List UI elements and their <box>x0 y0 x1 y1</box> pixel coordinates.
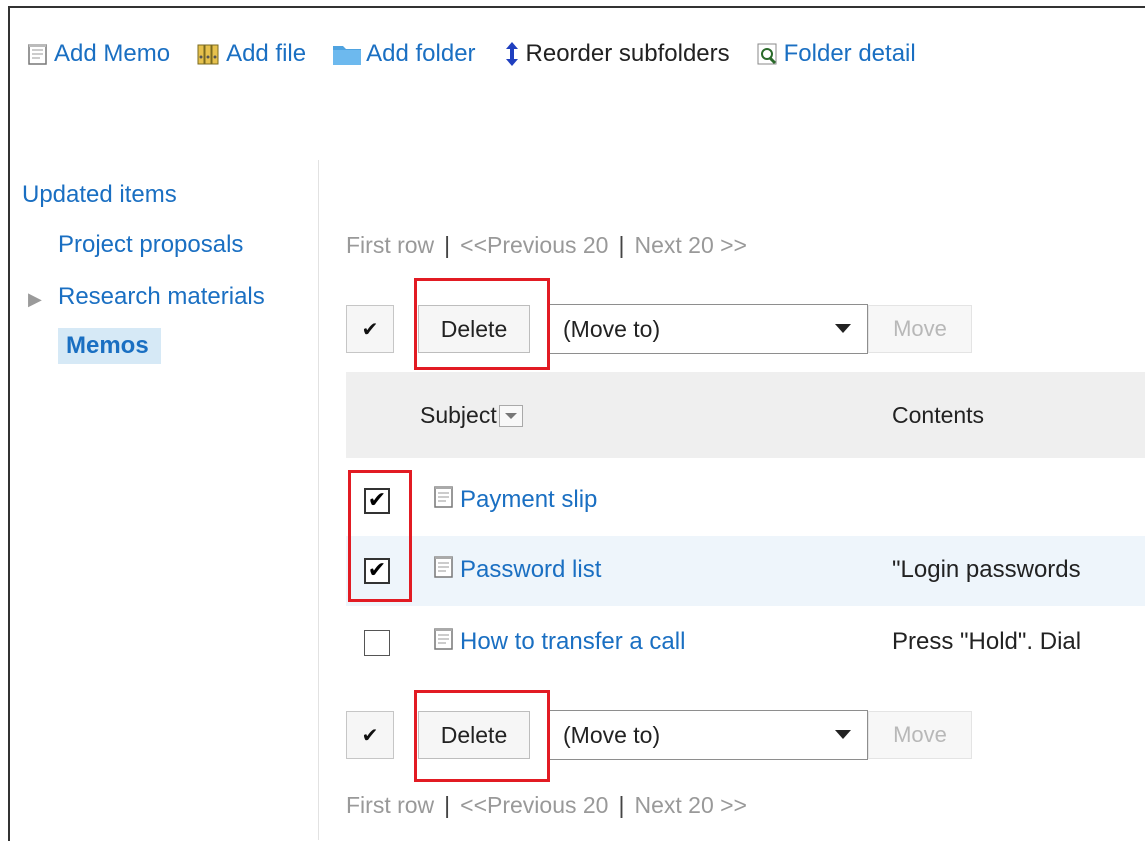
sidebar-item-label: Research materials <box>58 283 265 310</box>
pager-top: First row | <<Previous 20 | Next 20 >> <box>346 232 747 259</box>
memo-subject-link[interactable]: Payment slip <box>460 486 597 514</box>
checkbox-highlight-box <box>348 470 412 602</box>
sort-dropdown-icon[interactable] <box>498 404 523 427</box>
table-row: How to transfer a call Press "Hold". Dia… <box>346 608 1145 678</box>
delete-highlight-box-top <box>414 278 550 370</box>
reorder-subfolders-label: Reorder subfolders <box>525 40 730 67</box>
check-all-button[interactable]: ✔ <box>346 305 394 353</box>
sidebar-item-project-proposals[interactable]: Project proposals <box>22 222 322 274</box>
table-row: ✔ Password list "Login passwords <box>346 536 1145 606</box>
memo-contents: "Login passwords <box>892 556 1081 583</box>
table-row: ✔ Payment slip <box>346 466 1145 536</box>
next-20-link[interactable]: Next 20 >> <box>634 792 747 818</box>
move-button[interactable]: Move <box>868 305 972 353</box>
add-file-link[interactable]: Add file <box>196 40 306 68</box>
add-memo-label: Add Memo <box>54 40 171 67</box>
memo-icon <box>432 484 456 517</box>
up-down-arrow-icon <box>502 41 522 67</box>
move-to-select[interactable]: (Move to) <box>548 304 868 354</box>
pager-separator: | <box>444 232 451 258</box>
move-to-value: (Move to) <box>563 721 661 748</box>
memo-subject-link[interactable]: How to transfer a call <box>460 628 685 656</box>
folder-icon <box>332 42 362 66</box>
move-to-value: (Move to) <box>563 315 661 342</box>
pager-separator: | <box>444 792 451 818</box>
previous-20-link[interactable]: <<Previous 20 <box>460 792 608 818</box>
memo-icon <box>432 626 456 659</box>
next-20-link[interactable]: Next 20 >> <box>634 232 747 258</box>
contents-column-header: Contents <box>892 402 985 428</box>
memo-subject-link[interactable]: Password list <box>460 556 601 584</box>
binder-icon <box>196 42 222 66</box>
sidebar-divider <box>318 160 319 840</box>
check-all-button[interactable]: ✔ <box>346 711 394 759</box>
first-row-link[interactable]: First row <box>346 232 434 258</box>
move-button[interactable]: Move <box>868 711 972 759</box>
chevron-down-icon <box>835 324 851 333</box>
chevron-down-icon <box>835 730 851 739</box>
pager-bottom: First row | <<Previous 20 | Next 20 >> <box>346 792 747 819</box>
sidebar: Updated items Project proposals ▶ Resear… <box>22 176 322 364</box>
pager-separator: | <box>618 792 625 818</box>
memo-icon <box>26 42 50 66</box>
sidebar-item-memos[interactable]: Memos <box>58 328 161 364</box>
add-memo-link[interactable]: Add Memo <box>26 40 170 68</box>
subject-column-header[interactable]: Subject <box>420 402 523 429</box>
reorder-subfolders-link[interactable]: Reorder subfolders <box>502 40 730 68</box>
magnifier-icon <box>756 42 780 66</box>
add-folder-label: Add folder <box>366 40 476 67</box>
add-file-label: Add file <box>226 40 307 67</box>
table-header: Subject Contents <box>346 372 1145 458</box>
folder-details-link[interactable]: Folder detail <box>756 40 916 68</box>
memo-icon <box>432 554 456 587</box>
folder-details-label: Folder detail <box>783 40 916 67</box>
row-checkbox[interactable] <box>364 630 390 656</box>
sidebar-item-updated-items[interactable]: Updated items <box>22 176 322 222</box>
first-row-link[interactable]: First row <box>346 792 434 818</box>
add-folder-link[interactable]: Add folder <box>332 40 476 68</box>
sidebar-item-label: Project proposals <box>58 231 244 258</box>
toolbar: Add Memo Add file Add folder Reorder sub… <box>26 36 942 72</box>
expand-triangle-icon[interactable]: ▶ <box>28 276 42 322</box>
delete-highlight-box-bottom <box>414 690 550 782</box>
previous-20-link[interactable]: <<Previous 20 <box>460 232 608 258</box>
subject-header-label: Subject <box>420 402 497 428</box>
memo-contents: Press "Hold". Dial <box>892 628 1082 655</box>
pager-separator: | <box>618 232 625 258</box>
sidebar-item-research-materials[interactable]: ▶ Research materials <box>22 274 322 326</box>
move-to-select[interactable]: (Move to) <box>548 710 868 760</box>
